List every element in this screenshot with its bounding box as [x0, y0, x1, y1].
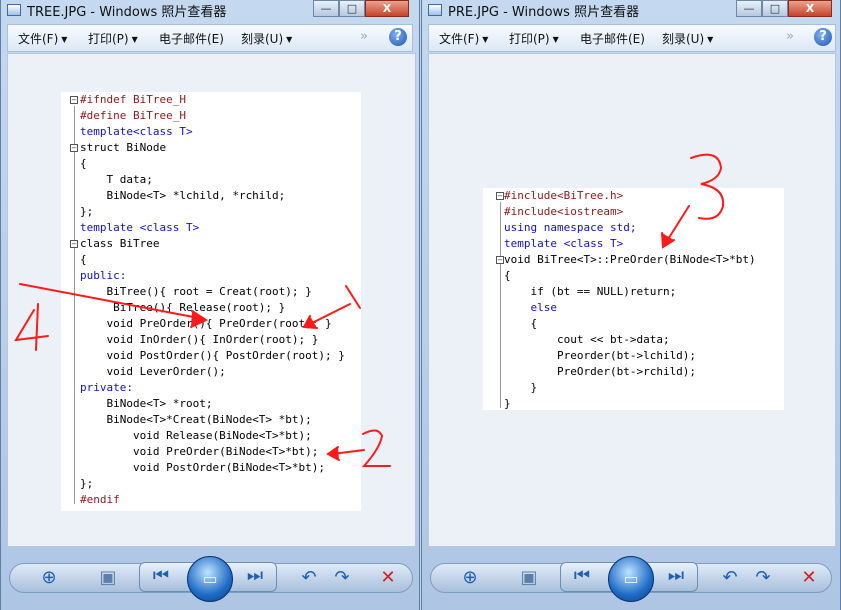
menu-file[interactable]: 文件(F) ▼: [439, 30, 488, 47]
menu-burn[interactable]: 刻录(U) ▼: [241, 30, 292, 47]
viewer-controls: ⊕ ▣ ⏮ ▭ ⏭ ↶ ↷ ✕: [430, 556, 832, 602]
bottom-toolbar: ⊕ ▣ ⏮ ▭ ⏭ ↶ ↷ ✕: [422, 556, 840, 602]
handwritten-annotations: [661, 153, 725, 249]
zoom-icon[interactable]: ⊕: [459, 567, 481, 589]
chevron-down-icon: ▼: [707, 35, 714, 44]
menu-bar: 文件(F) ▼ 打印(P) ▼ 电子邮件(E) 刻录(U) ▼ » ?: [7, 24, 413, 52]
window-title: PRE.JPG - Windows 照片查看器: [448, 5, 640, 20]
more-menu-icon[interactable]: »: [786, 29, 794, 44]
rotate-right-icon[interactable]: ↷: [752, 567, 774, 589]
previous-icon[interactable]: ⏮: [571, 565, 593, 587]
help-icon[interactable]: ?: [389, 28, 407, 46]
more-menu-icon[interactable]: »: [360, 29, 368, 44]
actual-size-icon[interactable]: ▣: [97, 567, 119, 589]
handwritten-annotations: [14, 283, 391, 467]
title-bar[interactable]: PRE.JPG - Windows 照片查看器 — □ X: [422, 0, 840, 22]
menu-file-label: 文件(F): [18, 32, 59, 46]
menu-burn-label: 刻录(U): [241, 32, 284, 46]
delete-icon[interactable]: ✕: [798, 567, 820, 589]
photo-viewer-window-pre: PRE.JPG - Windows 照片查看器 — □ X 文件(F) ▼ 打印(…: [421, 0, 841, 610]
menu-burn[interactable]: 刻录(U) ▼: [662, 30, 713, 47]
slideshow-button[interactable]: ▭: [608, 556, 654, 602]
chevron-down-icon: ▼: [61, 35, 68, 44]
photo-viewer-window-tree: TREE.JPG - Windows 照片查看器 — □ X 文件(F) ▼ 打印…: [0, 0, 420, 610]
photo-viewer-app-icon: [7, 4, 21, 16]
menu-email-label: 电子邮件(E): [580, 32, 645, 46]
menu-print-label: 打印(P): [509, 32, 550, 46]
menu-print[interactable]: 打印(P) ▼: [88, 30, 138, 47]
minimize-button[interactable]: —: [313, 0, 339, 17]
next-icon[interactable]: ⏭: [665, 565, 687, 587]
navigation-group: ⏮ ▭ ⏭: [560, 556, 698, 602]
viewer-controls: ⊕ ▣ ⏮ ▭ ⏭ ↶ ↷ ✕: [9, 556, 413, 602]
slideshow-icon: ▭: [202, 569, 218, 588]
close-button[interactable]: X: [788, 0, 832, 17]
menu-file-label: 文件(F): [439, 32, 480, 46]
image-viewport: − − #include<BiTree.h> #include<iostream…: [428, 53, 836, 547]
rotate-right-icon[interactable]: ↷: [331, 567, 353, 589]
window-controls: — □ X: [313, 0, 409, 17]
menu-email[interactable]: 电子邮件(E): [159, 30, 224, 47]
bottom-toolbar: ⊕ ▣ ⏮ ▭ ⏭ ↶ ↷ ✕: [1, 556, 419, 602]
menu-bar: 文件(F) ▼ 打印(P) ▼ 电子邮件(E) 刻录(U) ▼ » ?: [428, 24, 836, 52]
window-controls: — □ X: [736, 0, 832, 17]
menu-print[interactable]: 打印(P) ▼: [509, 30, 559, 47]
title-bar[interactable]: TREE.JPG - Windows 照片查看器 — □ X: [1, 0, 419, 22]
menu-burn-label: 刻录(U): [662, 32, 705, 46]
photo-viewer-app-icon: [428, 4, 442, 16]
navigation-group: ⏮ ▭ ⏭: [139, 556, 277, 602]
menu-email[interactable]: 电子邮件(E): [580, 30, 645, 47]
chevron-down-icon: ▼: [131, 35, 138, 44]
menu-print-label: 打印(P): [88, 32, 129, 46]
help-icon[interactable]: ?: [814, 28, 832, 46]
menu-file[interactable]: 文件(F) ▼: [18, 30, 67, 47]
image-viewport: − − − #ifndef BiTree_H #define BiTree_H …: [7, 53, 416, 547]
next-icon[interactable]: ⏭: [244, 565, 266, 587]
slideshow-button[interactable]: ▭: [187, 556, 233, 602]
maximize-button[interactable]: □: [762, 0, 788, 17]
zoom-icon[interactable]: ⊕: [38, 567, 60, 589]
minimize-button[interactable]: —: [736, 0, 762, 17]
previous-icon[interactable]: ⏮: [150, 565, 172, 587]
menu-email-label: 电子邮件(E): [159, 32, 224, 46]
window-title: TREE.JPG - Windows 照片查看器: [27, 5, 227, 20]
rotate-left-icon[interactable]: ↶: [719, 567, 741, 589]
rotate-left-icon[interactable]: ↶: [298, 567, 320, 589]
delete-icon[interactable]: ✕: [377, 567, 399, 589]
maximize-button[interactable]: □: [339, 0, 365, 17]
chevron-down-icon: ▼: [286, 35, 293, 44]
chevron-down-icon: ▼: [482, 35, 489, 44]
slideshow-icon: ▭: [623, 569, 639, 588]
close-button[interactable]: X: [365, 0, 409, 17]
chevron-down-icon: ▼: [552, 35, 559, 44]
actual-size-icon[interactable]: ▣: [518, 567, 540, 589]
